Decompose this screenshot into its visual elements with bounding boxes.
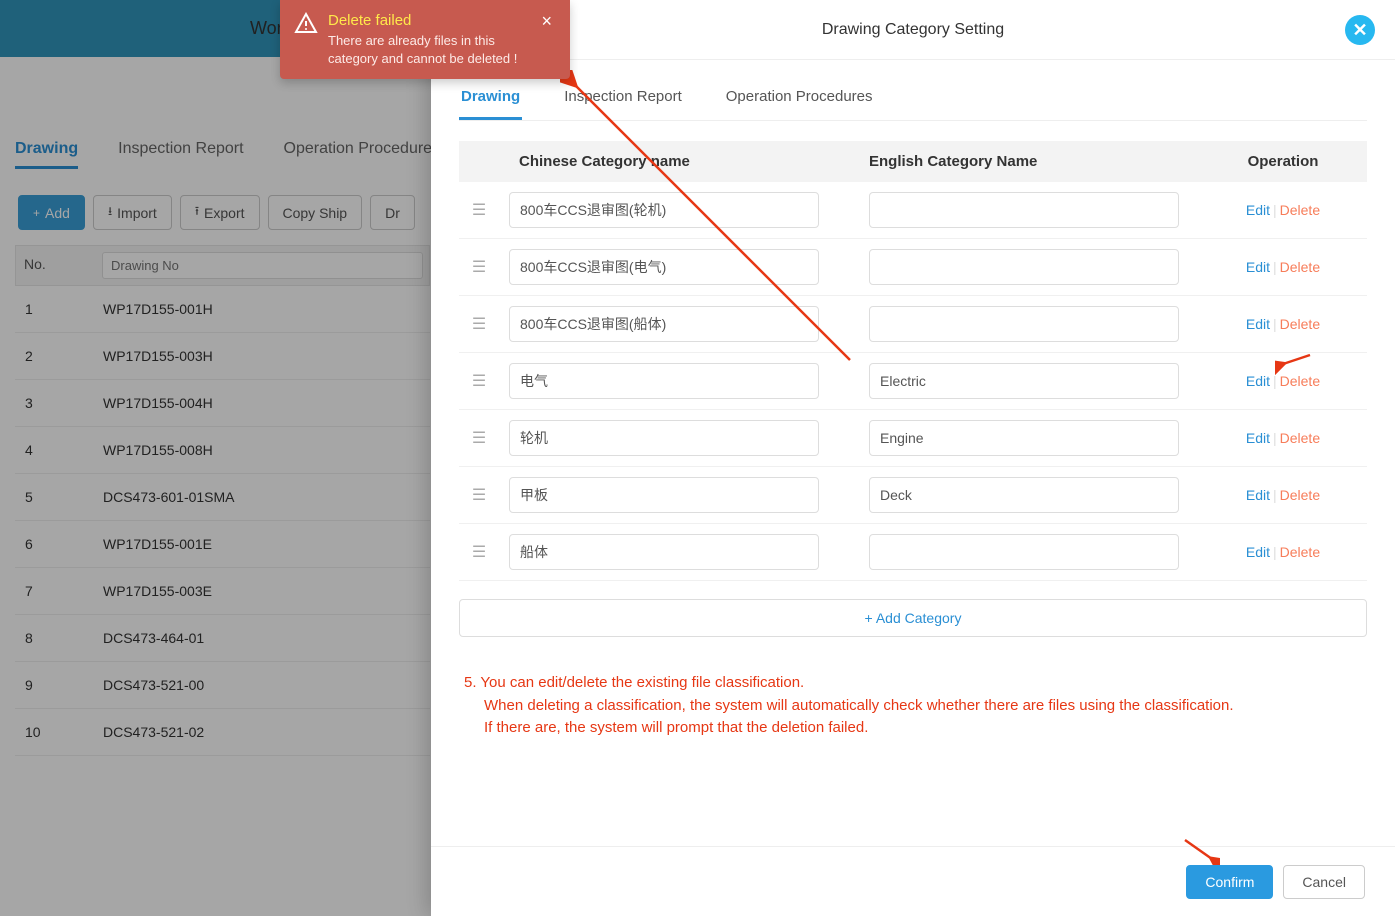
edit-link[interactable]: Edit: [1246, 202, 1270, 218]
toast-title: Delete failed: [328, 12, 527, 29]
edit-link[interactable]: Edit: [1246, 430, 1270, 446]
category-row: ☰ Edit|Delete: [459, 410, 1367, 467]
edit-link[interactable]: Edit: [1246, 316, 1270, 332]
toast-close-icon[interactable]: ×: [537, 12, 556, 67]
chinese-name-input[interactable]: [509, 420, 819, 456]
edit-link[interactable]: Edit: [1246, 487, 1270, 503]
delete-link[interactable]: Delete: [1280, 259, 1320, 275]
modal-title: Drawing Category Setting: [822, 21, 1004, 39]
edit-link[interactable]: Edit: [1246, 259, 1270, 275]
chinese-name-input[interactable]: [509, 363, 819, 399]
operation-cell: Edit|Delete: [1199, 202, 1367, 218]
annotation-line1: 5. You can edit/delete the existing file…: [464, 674, 804, 691]
drag-handle-icon[interactable]: ☰: [459, 542, 499, 562]
category-setting-modal: Drawing Category Setting ✕ Drawing Inspe…: [431, 0, 1395, 916]
modal-tab-inspection[interactable]: Inspection Report: [562, 80, 684, 120]
header-operation: Operation: [1199, 153, 1367, 170]
warning-icon: [294, 12, 318, 36]
add-category-button[interactable]: + Add Category: [459, 599, 1367, 637]
drag-handle-icon[interactable]: ☰: [459, 371, 499, 391]
english-name-input[interactable]: [869, 420, 1179, 456]
english-name-input[interactable]: [869, 534, 1179, 570]
operation-cell: Edit|Delete: [1199, 544, 1367, 560]
delete-link[interactable]: Delete: [1280, 430, 1320, 446]
annotation-line2: When deleting a classification, the syst…: [464, 695, 1367, 718]
header-chinese-name: Chinese Category name: [499, 153, 849, 170]
close-icon[interactable]: ✕: [1345, 15, 1375, 45]
drag-handle-icon[interactable]: ☰: [459, 428, 499, 448]
category-row: ☰ Edit|Delete: [459, 296, 1367, 353]
cancel-button[interactable]: Cancel: [1283, 865, 1365, 899]
drag-handle-icon[interactable]: ☰: [459, 200, 499, 220]
operation-cell: Edit|Delete: [1199, 259, 1367, 275]
delete-link[interactable]: Delete: [1280, 202, 1320, 218]
english-name-input[interactable]: [869, 306, 1179, 342]
modal-tab-operation[interactable]: Operation Procedures: [724, 80, 875, 120]
edit-link[interactable]: Edit: [1246, 544, 1270, 560]
background-dim-overlay: [0, 0, 431, 916]
english-name-input[interactable]: [869, 363, 1179, 399]
modal-tab-drawing[interactable]: Drawing: [459, 80, 522, 120]
category-row: ☰ Edit|Delete: [459, 239, 1367, 296]
operation-cell: Edit|Delete: [1199, 316, 1367, 332]
chinese-name-input[interactable]: [509, 477, 819, 513]
english-name-input[interactable]: [869, 192, 1179, 228]
category-row: ☰ Edit|Delete: [459, 467, 1367, 524]
category-row: ☰ Edit|Delete: [459, 182, 1367, 239]
header-english-name: English Category Name: [849, 153, 1199, 170]
chinese-name-input[interactable]: [509, 534, 819, 570]
delete-link[interactable]: Delete: [1280, 373, 1320, 389]
category-row: ☰ Edit|Delete: [459, 353, 1367, 410]
drag-handle-icon[interactable]: ☰: [459, 314, 499, 334]
delete-link[interactable]: Delete: [1280, 487, 1320, 503]
drag-handle-icon[interactable]: ☰: [459, 257, 499, 277]
delete-link[interactable]: Delete: [1280, 544, 1320, 560]
english-name-input[interactable]: [869, 477, 1179, 513]
category-row: ☰ Edit|Delete: [459, 524, 1367, 581]
delete-link[interactable]: Delete: [1280, 316, 1320, 332]
operation-cell: Edit|Delete: [1199, 430, 1367, 446]
english-name-input[interactable]: [869, 249, 1179, 285]
chinese-name-input[interactable]: [509, 249, 819, 285]
operation-cell: Edit|Delete: [1199, 373, 1367, 389]
edit-link[interactable]: Edit: [1246, 373, 1270, 389]
delete-failed-toast: Delete failed There are already files in…: [280, 0, 570, 79]
toast-text: There are already files in this category…: [328, 32, 527, 67]
chinese-name-input[interactable]: [509, 306, 819, 342]
toast-body: Delete failed There are already files in…: [328, 12, 527, 67]
drag-handle-icon[interactable]: ☰: [459, 485, 499, 505]
annotation-line3: If there are, the system will prompt tha…: [464, 717, 1367, 740]
chinese-name-input[interactable]: [509, 192, 819, 228]
annotation-text: 5. You can edit/delete the existing file…: [459, 672, 1367, 740]
modal-header: Drawing Category Setting ✕: [431, 0, 1395, 60]
operation-cell: Edit|Delete: [1199, 487, 1367, 503]
category-table-header: Chinese Category name English Category N…: [459, 141, 1367, 182]
confirm-button[interactable]: Confirm: [1186, 865, 1273, 899]
modal-body: Drawing Inspection Report Operation Proc…: [431, 60, 1395, 846]
modal-tabs: Drawing Inspection Report Operation Proc…: [459, 80, 1367, 121]
modal-footer: Confirm Cancel: [431, 846, 1395, 916]
